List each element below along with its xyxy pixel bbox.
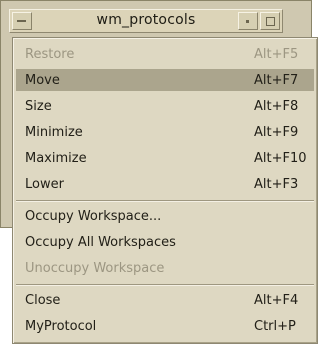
- menu-item-label: Occupy All Workspaces: [25, 235, 176, 250]
- menu-item-occupy-workspace[interactable]: Occupy Workspace...: [16, 205, 314, 227]
- menu-item-move[interactable]: Move Alt+F7: [16, 69, 314, 91]
- menu-item-label: Minimize: [25, 125, 83, 140]
- menu-item-lower[interactable]: Lower Alt+F3: [16, 173, 314, 195]
- window-menu-icon: [17, 20, 26, 22]
- maximize-icon: [266, 17, 275, 26]
- menu-item-minimize[interactable]: Minimize Alt+F9: [16, 121, 314, 143]
- menu-item-unoccupy-workspace[interactable]: Unoccupy Workspace: [16, 257, 314, 279]
- menu-item-label: Move: [25, 73, 60, 88]
- menu-separator: [16, 200, 314, 202]
- menu-separator: [16, 284, 314, 286]
- menu-item-accelerator: Alt+F3: [254, 177, 299, 192]
- window-menu: Restore Alt+F5 Move Alt+F7 Size Alt+F8 M…: [12, 37, 318, 344]
- menu-item-label: Close: [25, 293, 61, 308]
- menu-item-accelerator: Alt+F10: [254, 151, 307, 166]
- menu-item-label: Restore: [25, 47, 75, 62]
- menu-item-accelerator: Alt+F9: [254, 125, 299, 140]
- minimize-icon: [246, 20, 249, 23]
- menu-item-close[interactable]: Close Alt+F4: [16, 289, 314, 311]
- minimize-button[interactable]: [238, 12, 258, 30]
- menu-item-accelerator: Alt+F4: [254, 293, 299, 308]
- menu-item-accelerator: Alt+F5: [254, 47, 299, 62]
- menu-item-accelerator: Alt+F7: [254, 73, 299, 88]
- menu-item-label: Unoccupy Workspace: [25, 261, 165, 276]
- menu-item-label: MyProtocol: [25, 319, 97, 334]
- menu-item-size[interactable]: Size Alt+F8: [16, 95, 314, 117]
- menu-item-occupy-all-workspaces[interactable]: Occupy All Workspaces: [16, 231, 314, 253]
- titlebar[interactable]: wm_protocols: [9, 9, 283, 33]
- menu-item-maximize[interactable]: Maximize Alt+F10: [16, 147, 314, 169]
- menu-item-myprotocol[interactable]: MyProtocol Ctrl+P: [16, 315, 314, 337]
- window-title: wm_protocols: [96, 12, 196, 28]
- maximize-button[interactable]: [260, 12, 280, 30]
- menu-item-label: Lower: [25, 177, 64, 192]
- menu-item-label: Maximize: [25, 151, 87, 166]
- menu-item-restore[interactable]: Restore Alt+F5: [16, 43, 314, 65]
- window-menu-button[interactable]: [12, 12, 32, 30]
- menu-item-accelerator: Alt+F8: [254, 99, 299, 114]
- menu-item-label: Size: [25, 99, 52, 114]
- menu-item-accelerator: Ctrl+P: [254, 319, 296, 334]
- menu-item-label: Occupy Workspace...: [25, 209, 162, 224]
